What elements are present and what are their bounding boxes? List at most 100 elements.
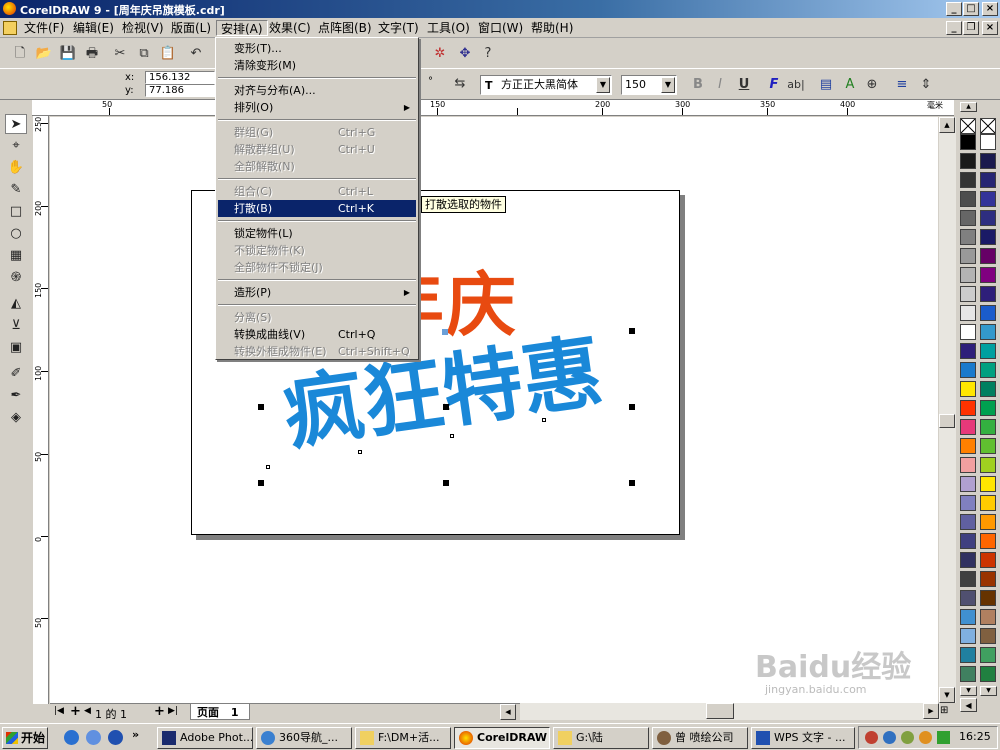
task-360-nav[interactable]: 360导航_... [256, 727, 352, 749]
color-swatch[interactable] [980, 210, 996, 226]
selection-handle[interactable] [258, 404, 264, 410]
color-swatch[interactable] [960, 552, 976, 568]
color-swatch[interactable] [960, 248, 976, 264]
ellipse-tool-icon[interactable]: ○ [5, 224, 27, 244]
color-swatch[interactable] [960, 324, 976, 340]
new-file-icon[interactable]: 🗋 [10, 44, 30, 64]
color-swatch[interactable] [980, 647, 996, 663]
scroll-right-icon[interactable]: ▶ [923, 703, 939, 719]
node-marker[interactable] [358, 450, 362, 454]
color-swatch[interactable] [960, 153, 976, 169]
color-swatch[interactable] [960, 666, 976, 682]
color-swatch[interactable] [960, 609, 976, 625]
color-swatch[interactable] [980, 400, 996, 416]
color-swatch[interactable] [980, 229, 996, 245]
color-swatch[interactable] [980, 438, 996, 454]
quicklaunch-more-icon[interactable]: » [132, 728, 139, 741]
menu-tools[interactable]: 工具(O) [423, 20, 474, 36]
color-swatch[interactable] [960, 362, 976, 378]
color-swatch[interactable] [960, 533, 976, 549]
color-swatch[interactable] [980, 172, 996, 188]
open-folder-icon[interactable]: 📂 [34, 44, 54, 64]
node-marker[interactable] [450, 434, 454, 438]
color-swatch[interactable] [960, 134, 976, 150]
color-swatch[interactable] [980, 514, 996, 530]
vertical-scrollbar[interactable]: ▲ ▼ [939, 117, 956, 703]
bold-button[interactable]: B [688, 75, 708, 95]
color-swatch[interactable] [960, 628, 976, 644]
color-swatch[interactable] [960, 210, 976, 226]
paragraph-icon[interactable]: ≡ [892, 75, 912, 95]
selection-handle[interactable] [629, 480, 635, 486]
scroll-up-icon[interactable]: ▲ [939, 117, 955, 133]
pick-tool-icon[interactable]: ➤ [5, 114, 27, 134]
menu-view[interactable]: 检视(V) [118, 20, 168, 36]
quicklaunch-browser-icon[interactable] [86, 730, 101, 745]
x-position-field[interactable]: 156.132 [145, 71, 215, 84]
menu-bitmaps[interactable]: 点阵图(B) [314, 20, 376, 36]
hscroll-thumb[interactable] [706, 703, 734, 719]
doc-minimize-button[interactable]: _ [946, 21, 962, 35]
palette-scroll-up-icon[interactable]: ▲ [960, 102, 977, 112]
color-swatch[interactable] [980, 666, 996, 682]
tray-network-icon[interactable] [883, 731, 896, 744]
color-swatch[interactable] [980, 343, 996, 359]
color-swatch[interactable] [980, 476, 996, 492]
menu-layout[interactable]: 版面(L) [167, 20, 215, 36]
convert-icon[interactable]: ✲ [430, 44, 450, 64]
color-swatch[interactable] [960, 590, 976, 606]
doc-close-button[interactable]: × [982, 21, 998, 35]
undo-icon[interactable]: ↶ [186, 44, 206, 64]
color-swatch[interactable] [960, 343, 976, 359]
align-icon[interactable]: ▤ [816, 75, 836, 95]
tray-update-icon[interactable] [919, 731, 932, 744]
menu-item-14[interactable]: 转换成曲线(V) Ctrl+Q [218, 326, 416, 343]
first-page-icon[interactable]: |◀ [54, 706, 64, 716]
menu-help[interactable]: 帮助(H) [527, 20, 577, 36]
fill-bucket-icon[interactable]: ◈ [5, 408, 27, 428]
menu-item-1[interactable]: 清除变形(M) [218, 57, 416, 74]
paste-icon[interactable]: 📋 [158, 44, 178, 64]
menu-window[interactable]: 窗口(W) [474, 20, 527, 36]
color-swatch[interactable] [960, 229, 976, 245]
coreldraw-app-icon[interactable] [3, 2, 16, 15]
cut-icon[interactable]: ✂ [110, 44, 130, 64]
color-swatch[interactable] [960, 172, 976, 188]
color-swatch[interactable] [980, 419, 996, 435]
menu-effects[interactable]: 效果(C) [265, 20, 315, 36]
tab-page-1[interactable]: 页面 1 [190, 704, 250, 720]
quicklaunch-ie-icon[interactable] [64, 730, 79, 745]
shape-tool-icon[interactable]: ⌖ [5, 136, 27, 156]
menu-item-3[interactable]: 排列(O) ▶ [218, 99, 416, 116]
menu-text[interactable]: 文字(T) [374, 20, 423, 36]
whats-this-help-icon[interactable]: ? [478, 44, 498, 64]
copy-icon[interactable]: ⧉ [134, 44, 154, 64]
color-swatch[interactable] [980, 324, 996, 340]
menu-edit[interactable]: 编辑(E) [69, 20, 118, 36]
task-coreldraw[interactable]: CorelDRAW ... [454, 727, 550, 749]
node-marker[interactable] [266, 465, 270, 469]
font-name-select[interactable]: T 方正正大黑简体 ▼ [480, 75, 612, 95]
color-swatch[interactable] [980, 286, 996, 302]
task-folder-g[interactable]: G:\陆 [553, 727, 649, 749]
color-swatch[interactable] [980, 381, 996, 397]
color-swatch[interactable] [960, 400, 976, 416]
menu-arrange[interactable]: 安排(A) [216, 20, 268, 36]
color-swatch[interactable] [960, 286, 976, 302]
vertical-text-icon[interactable]: ⇕ [916, 75, 936, 95]
color-swatch[interactable] [980, 552, 996, 568]
menu-item-2[interactable]: 对齐与分布(A)... [218, 82, 416, 99]
spiral-tool-icon[interactable]: ֍ [5, 268, 27, 288]
prev-page-icon[interactable]: ◀ [84, 706, 91, 716]
color-swatch[interactable] [980, 362, 996, 378]
color-swatch[interactable] [980, 533, 996, 549]
menu-file[interactable]: 文件(F) [20, 20, 68, 36]
palette-flyout-icon[interactable]: ◀ [960, 698, 977, 712]
save-icon[interactable]: 💾 [58, 44, 78, 64]
color-swatch[interactable] [980, 590, 996, 606]
transparency-tool-icon[interactable]: ⊻ [5, 316, 27, 336]
color-swatch[interactable] [980, 248, 996, 264]
menu-item-9[interactable]: 锁定物件(L) [218, 225, 416, 242]
close-button[interactable]: × [982, 2, 998, 16]
task-wps[interactable]: WPS 文字 - ... [751, 727, 855, 749]
